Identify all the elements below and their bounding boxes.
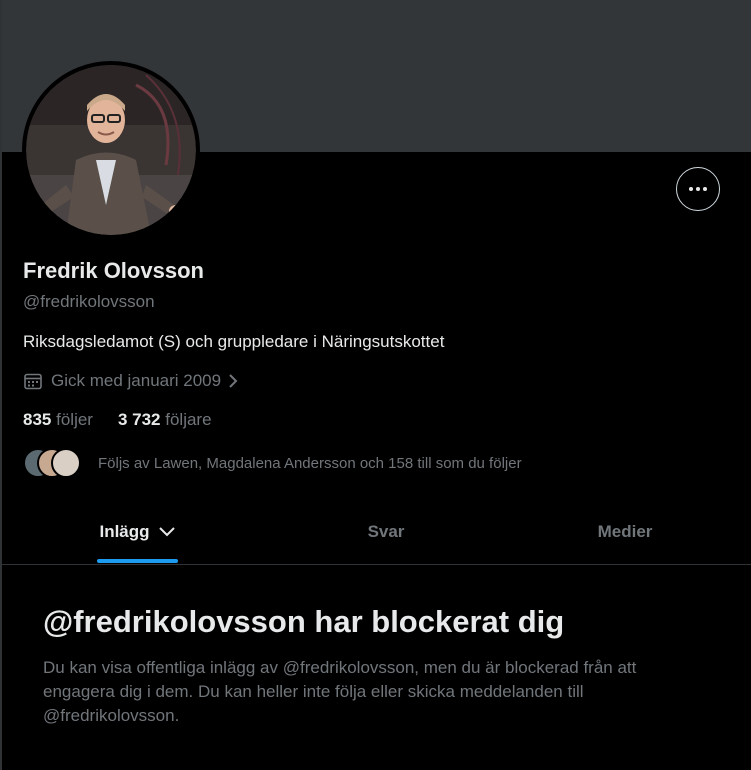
chevron-right-icon[interactable] [227, 372, 239, 390]
profile-handle: @fredrikolovsson [23, 292, 155, 311]
active-tab-indicator [97, 559, 178, 563]
followed-by-row[interactable]: Följs av Lawen, Magdalena Andersson och … [23, 448, 522, 478]
more-dot [696, 187, 700, 191]
tab-posts-label: Inlägg [99, 522, 150, 541]
profile-name: Fredrik Olovsson [23, 258, 204, 283]
more-options-button[interactable] [676, 167, 720, 211]
blocked-title: @fredrikolovsson har blockerat dig [43, 604, 565, 639]
tab-replies[interactable]: Svar [273, 500, 499, 564]
profile-avatar[interactable] [22, 61, 200, 239]
followers-label: följare [165, 410, 212, 429]
joined-label: Gick med januari 2009 [51, 371, 222, 390]
avatar-photo [26, 65, 196, 235]
followers-count: 3 732 [117, 410, 161, 429]
tab-media-label: Medier [597, 522, 653, 541]
following-link[interactable]: 835 följer [23, 410, 93, 430]
profile-bio: Riksdagsledamot (S) och gruppledare i Nä… [23, 332, 445, 351]
profile-tabs: Inlägg Svar Medier [2, 500, 751, 565]
followed-by-text: Följs av Lawen, Magdalena Andersson och … [98, 454, 522, 472]
more-horizontal-icon [689, 187, 693, 191]
more-dot [703, 187, 707, 191]
mutual-avatar [51, 448, 81, 478]
blocked-description: Du kan visa offentliga inlägg av @fredri… [43, 658, 637, 725]
followers-link[interactable]: 3 732 följare [118, 410, 212, 430]
tab-media[interactable]: Medier [499, 500, 751, 564]
chevron-down-icon[interactable] [158, 526, 176, 538]
mutual-avatars [23, 448, 83, 478]
tab-replies-label: Svar [367, 522, 405, 541]
follow-stats: 835 följer 3 732 följare [23, 410, 212, 430]
calendar-icon [23, 371, 43, 391]
following-label: följer [56, 410, 93, 429]
following-count: 835 [23, 410, 52, 429]
joined-date: Gick med januari 2009 [23, 371, 239, 391]
tab-posts[interactable]: Inlägg [2, 500, 273, 564]
